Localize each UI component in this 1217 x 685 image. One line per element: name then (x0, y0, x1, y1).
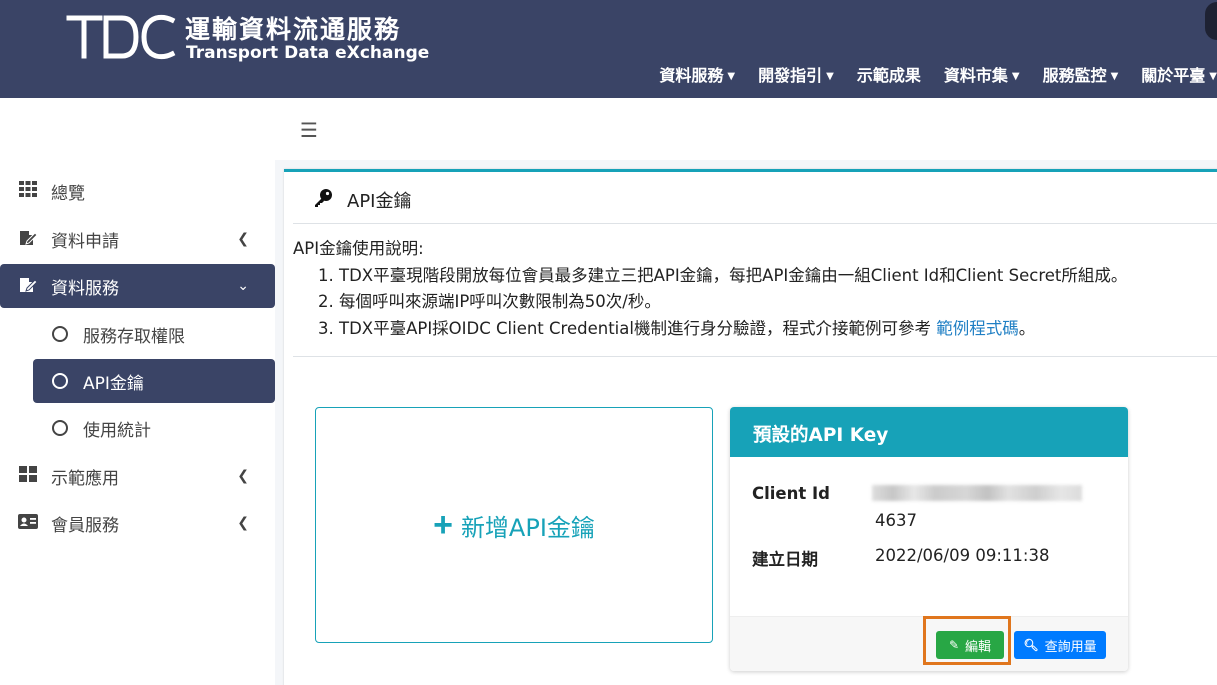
description-item: 1. TDX平臺現階段開放每位會員最多建立三把API金鑰，每把API金鑰由一組C… (318, 265, 1128, 285)
created-date-label: 建立日期 (752, 550, 818, 569)
circle-icon (52, 373, 68, 389)
description-heading: API金鑰使用說明: (293, 239, 424, 258)
sidebar-item-demo-apps[interactable]: 示範應用 ❮ (0, 454, 275, 498)
brand-name-en[interactable]: Transport Data eXchange (186, 43, 429, 63)
tiles-icon (18, 466, 38, 486)
key-card-footer: ✎ 編輯 🔍︎ 查詢用量 (730, 616, 1128, 671)
sample-code-link[interactable]: 範例程式碼 (936, 319, 1019, 338)
edit-icon: ✎ (948, 638, 960, 652)
sidebar-item-label: 總覽 (51, 183, 85, 204)
caret-down-icon: ▼ (1110, 71, 1119, 82)
sidebar-subitem-usage[interactable]: 使用統計 (33, 406, 275, 450)
query-usage-button[interactable]: 🔍︎ 查詢用量 (1014, 631, 1106, 659)
key-card-title: 預設的API Key (730, 407, 1128, 457)
sidebar-subitem-access[interactable]: 服務存取權限 (33, 312, 275, 356)
sidebar-subitem-label: API金鑰 (83, 373, 144, 394)
circle-icon (52, 420, 68, 436)
chevron-left-icon: ❮ (237, 468, 249, 484)
edit-doc-icon (18, 229, 38, 250)
sidebar-item-label: 資料服務 (51, 278, 119, 299)
caret-down-icon: ▼ (727, 71, 736, 82)
menu-toggle-icon[interactable]: ☰ (300, 118, 318, 143)
default-api-key-card: 預設的API Key Client Id 4637 建立日期 2022/06/0… (730, 407, 1128, 671)
add-api-key-button[interactable]: + 新增API金鑰 (315, 407, 713, 643)
plus-icon: + (433, 505, 453, 544)
brand-name-cn[interactable]: 運輸資料流通服務 (185, 10, 401, 46)
caret-down-icon: ▼ (1011, 71, 1020, 82)
sub-toolbar: ☰ (0, 98, 1217, 160)
nav-service-monitor[interactable]: 服務監控 ▼ (1043, 62, 1119, 85)
grid-icon (18, 181, 38, 201)
circle-icon (52, 326, 68, 342)
sidebar-subitem-label: 服務存取權限 (83, 326, 185, 347)
nav-about[interactable]: 關於平臺 ▼ (1141, 62, 1217, 85)
api-key-panel: API金鑰 API金鑰使用說明: 1. TDX平臺現階段開放每位會員最多建立三把… (284, 169, 1217, 685)
sidebar-subitem-label: 使用統計 (83, 420, 151, 441)
sidebar-item-member[interactable]: 會員服務 ❮ (0, 501, 275, 545)
created-date-value: 2022/06/09 09:11:38 (875, 546, 1050, 565)
sidebar-subitem-api-key[interactable]: API金鑰 (33, 359, 275, 403)
sidebar-item-data-apply[interactable]: 資料申請 ❮ (0, 217, 275, 261)
key-icon (313, 188, 333, 213)
caret-down-icon: ▼ (1209, 71, 1217, 82)
description-item: 2. 每個呼叫來源端IP呼叫次數限制為50次/秒。 (318, 292, 661, 311)
tdx-logo-icon[interactable] (66, 14, 176, 60)
caret-down-icon: ▼ (826, 71, 834, 82)
sidebar-item-data-services[interactable]: 資料服務 ⌄ (0, 264, 275, 308)
edit-doc-icon (18, 276, 38, 297)
divider (293, 223, 1217, 224)
nav-dev-guide[interactable]: 開發指引 ▼ (758, 62, 834, 85)
edit-button[interactable]: ✎ 編輯 (936, 631, 1004, 659)
sidebar-item-label: 會員服務 (51, 515, 119, 536)
page-title: API金鑰 (313, 187, 411, 213)
client-id-label: Client Id (752, 484, 830, 503)
top-header: 運輸資料流通服務 Transport Data eXchange 資料服務 ▼ 開… (0, 0, 1217, 98)
divider (293, 356, 1217, 357)
top-navigation: 資料服務 ▼ 開發指引 ▼ 示範成果 資料市集 ▼ 服務監控 ▼ 關於平臺 ▼ (636, 62, 1217, 85)
sidebar-item-label: 資料申請 (51, 231, 119, 252)
chevron-left-icon: ❮ (237, 515, 249, 531)
client-id-value: 4637 (875, 511, 917, 530)
description-item: 3. TDX平臺API採OIDC Client Credential機制進行身分… (318, 318, 1036, 338)
usage-description: API金鑰使用說明: 1. TDX平臺現階段開放每位會員最多建立三把API金鑰，… (293, 236, 1127, 342)
sidebar-item-overview[interactable]: 總覽 (0, 169, 275, 213)
nav-data-market[interactable]: 資料市集 ▼ (944, 62, 1020, 85)
search-icon: 🔍︎ (1023, 638, 1039, 652)
user-avatar[interactable] (1205, 2, 1217, 40)
chevron-down-icon: ⌄ (237, 278, 249, 294)
client-id-redacted (872, 485, 1082, 501)
id-card-icon (18, 513, 38, 533)
chevron-left-icon: ❮ (237, 231, 249, 247)
nav-data-services[interactable]: 資料服務 ▼ (659, 62, 736, 85)
sidebar: 總覽 資料申請 ❮ 資料服務 ⌄ 服務存取權限 API金鑰 使用統計 示範應用 … (0, 160, 275, 685)
nav-demo-results[interactable]: 示範成果 (857, 62, 921, 85)
sidebar-item-label: 示範應用 (51, 468, 119, 489)
